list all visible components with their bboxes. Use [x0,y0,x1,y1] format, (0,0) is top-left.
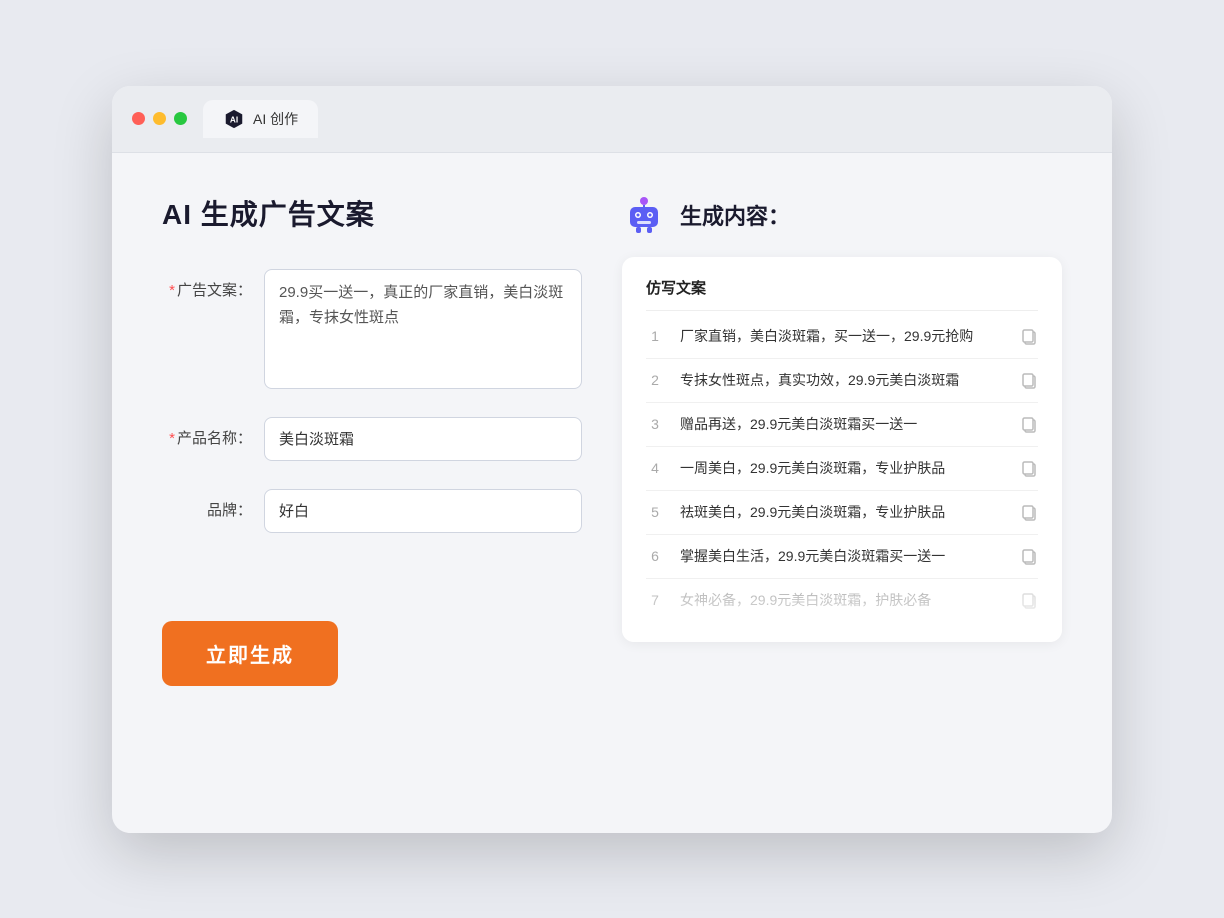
minimize-button[interactable] [153,112,166,125]
page-title: AI 生成广告文案 [162,193,582,233]
copy-icon-2[interactable] [1020,371,1038,389]
result-text-3: 赠品再送，29.9元美白淡斑霜买一送一 [680,414,1004,435]
copy-icon-1[interactable] [1020,327,1038,345]
browser-window: AI AI 创作 AI 生成广告文案 *广告文案： 29.9买一送一，真正的厂家… [112,86,1112,833]
copy-icon-5[interactable] [1020,503,1038,521]
tab-label: AI 创作 [253,109,298,129]
browser-titlebar: AI AI 创作 [112,86,1112,153]
result-num-2: 2 [646,372,664,388]
result-item-3: 3 赠品再送，29.9元美白淡斑霜买一送一 [646,403,1038,447]
left-panel: AI 生成广告文案 *广告文案： 29.9买一送一，真正的厂家直销，美白淡斑霜，… [162,193,582,793]
result-text-4: 一周美白，29.9元美白淡斑霜，专业护肤品 [680,458,1004,479]
result-item-7: 7 女神必备，29.9元美白淡斑霜，护肤必备 [646,579,1038,622]
result-item-5: 5 祛斑美白，29.9元美白淡斑霜，专业护肤品 [646,491,1038,535]
result-text-5: 祛斑美白，29.9元美白淡斑霜，专业护肤品 [680,502,1004,523]
result-item-4: 4 一周美白，29.9元美白淡斑霜，专业护肤品 [646,447,1038,491]
generate-button[interactable]: 立即生成 [162,621,338,686]
result-item-2: 2 专抹女性斑点，真实功效，29.9元美白淡斑霜 [646,359,1038,403]
maximize-button[interactable] [174,112,187,125]
traffic-lights [132,112,187,125]
right-panel: 生成内容： 仿写文案 1 厂家直销，美白淡斑霜，买一送一，29.9元抢购 2 专… [622,193,1062,793]
svg-text:AI: AI [230,115,238,124]
close-button[interactable] [132,112,145,125]
result-text-2: 专抹女性斑点，真实功效，29.9元美白淡斑霜 [680,370,1004,391]
ai-tab-icon: AI [223,108,245,130]
browser-content: AI 生成广告文案 *广告文案： 29.9买一送一，真正的厂家直销，美白淡斑霜，… [112,153,1112,833]
ad-copy-input[interactable]: 29.9买一送一，真正的厂家直销，美白淡斑霜，专抹女性斑点 [264,269,582,389]
product-name-group: *产品名称： [162,417,582,461]
result-title: 生成内容： [680,199,790,231]
copy-icon-7[interactable] [1020,591,1038,609]
ad-copy-group: *广告文案： 29.9买一送一，真正的厂家直销，美白淡斑霜，专抹女性斑点 [162,269,582,389]
result-num-5: 5 [646,504,664,520]
required-star-2: * [169,430,175,447]
result-text-7: 女神必备，29.9元美白淡斑霜，护肤必备 [680,590,1004,611]
result-text-6: 掌握美白生活，29.9元美白淡斑霜买一送一 [680,546,1004,567]
copy-icon-4[interactable] [1020,459,1038,477]
result-box: 仿写文案 1 厂家直销，美白淡斑霜，买一送一，29.9元抢购 2 专抹女性斑点，… [622,257,1062,642]
ai-tab[interactable]: AI AI 创作 [203,100,318,138]
result-num-3: 3 [646,416,664,432]
product-name-label: *产品名称： [162,417,252,448]
required-star-1: * [169,282,175,299]
result-text-1: 厂家直销，美白淡斑霜，买一送一，29.9元抢购 [680,326,1004,347]
result-num-6: 6 [646,548,664,564]
brand-input[interactable] [264,489,582,533]
ad-copy-label: *广告文案： [162,269,252,300]
robot-icon [622,193,666,237]
result-item-1: 1 厂家直销，美白淡斑霜，买一送一，29.9元抢购 [646,315,1038,359]
result-num-7: 7 [646,592,664,608]
result-item-6: 6 掌握美白生活，29.9元美白淡斑霜买一送一 [646,535,1038,579]
copy-icon-3[interactable] [1020,415,1038,433]
result-num-1: 1 [646,328,664,344]
result-num-4: 4 [646,460,664,476]
product-name-input[interactable] [264,417,582,461]
brand-group: 品牌： [162,489,582,533]
result-column-header: 仿写文案 [646,277,1038,311]
copy-icon-6[interactable] [1020,547,1038,565]
result-header: 生成内容： [622,193,1062,237]
brand-label: 品牌： [162,489,252,520]
